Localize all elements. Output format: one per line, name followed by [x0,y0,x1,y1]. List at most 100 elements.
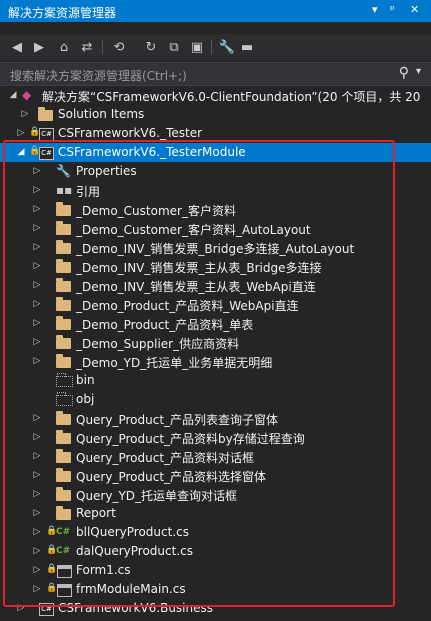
history-icon[interactable]: ⟲ [110,38,128,56]
collapse-arrow-icon[interactable]: ▷ [32,583,42,595]
collapse-arrow-icon[interactable]: ▷ [32,203,42,215]
dropdown-icon[interactable]: ▾ [372,3,378,16]
properties-wrench-icon[interactable]: 🔧 [218,38,236,56]
minus-icon[interactable]: ▬ [238,38,256,56]
tree-item-label: _Demo_INV_销售发票_主从表_WebApi直连 [76,280,316,294]
collapse-arrow-icon[interactable]: ▷ [16,602,26,614]
tree-item-label: Query_YD_托运单查询对话框 [76,489,238,503]
tree-row[interactable]: ▷ C# CSFrameworkV6.Business [0,599,431,618]
collapse-arrow-icon[interactable]: ▷ [32,545,42,557]
collapse-arrow-icon[interactable]: ▷ [32,222,42,234]
switch-view-icon[interactable]: ⇄ [78,38,96,56]
folder-icon [56,259,71,273]
tree-row-selected[interactable]: ◢ 🔒 C# CSFrameworkV6._TesterModule [0,143,431,162]
tree-row[interactable]: ▷ Report [0,504,431,523]
refresh-icon[interactable]: ↻ [142,38,160,56]
tree-row[interactable]: ▷ Query_YD_托运单查询对话框 [0,485,431,504]
tree-row[interactable]: ▷ _Demo_INV_销售发票_Bridge多连接_AutoLayout [0,238,431,257]
tree-row[interactable]: ▷ _Demo_YD_托运单_业务单据无明细 [0,352,431,371]
collapse-arrow-icon[interactable]: ▷ [32,317,42,329]
tree-row[interactable]: ▷ _Demo_Product_产品资料_WebApi直连 [0,295,431,314]
collapse-arrow-icon[interactable]: ▷ [32,184,42,196]
search-icon[interactable]: ⚲ [399,65,409,81]
tree-item-label: bin [76,373,95,387]
collapse-arrow-icon[interactable]: ▷ [32,298,42,310]
tree-item-label: Form1.cs [76,563,131,577]
tree-row[interactable]: ▷ _Demo_Customer_客户资料_AutoLayout [0,219,431,238]
tree-item-label: 引用 [76,185,101,199]
back-icon[interactable]: ◀ [8,38,26,56]
references-icon: ▪▪ [56,183,73,197]
tree-row[interactable]: ▷ _Demo_Product_产品资料_单表 [0,314,431,333]
csharp-project-icon: C# [39,128,54,141]
tree-item-label: _Demo_INV_销售发票_Bridge多连接_AutoLayout [76,242,355,256]
tree-item-label: _Demo_Supplier_供应商资料 [76,337,240,351]
collapse-arrow-icon[interactable]: ▷ [32,469,42,481]
tree-row[interactable]: ▷ Query_Product_产品资料by存储过程查询 [0,428,431,447]
tree-item-label: Query_Product_产品资料by存储过程查询 [76,432,305,446]
tree-row[interactable]: ▷ ▪▪ 引用 [0,181,431,200]
collapse-arrow-icon[interactable]: ▷ [32,526,42,538]
close-icon[interactable]: ✕ [410,3,419,16]
tree-item-label: _Demo_Product_产品资料_单表 [76,318,254,332]
tree-row[interactable]: ▷ 🔒 frmModuleMain.cs [0,580,431,599]
collapse-arrow-icon[interactable]: ▷ [32,241,42,253]
collapse-arrow-icon[interactable]: ▷ [32,279,42,291]
home-icon[interactable]: ⌂ [55,38,73,56]
pin-icon[interactable]: ᵖ [390,3,395,16]
tree-item-label: Report [76,506,116,520]
lock-icon: 🔒 [46,564,58,574]
tree-row[interactable]: obj [0,390,431,409]
folder-icon [56,468,71,482]
collapse-all-icon[interactable]: ⧉ [165,38,183,56]
search-input[interactable]: 搜索解决方案资源管理器(Ctrl+;) [10,67,187,84]
tree-row[interactable]: ▷ _Demo_INV_销售发票_主从表_WebApi直连 [0,276,431,295]
collapse-arrow-icon[interactable]: ▷ [32,507,42,519]
tree-row[interactable]: ▷ 🔒 Form1.cs [0,561,431,580]
folder-icon [56,354,71,368]
lock-icon: 🔒 [46,545,58,555]
collapse-arrow-icon[interactable]: ▷ [32,336,42,348]
tree-item-label: Query_Product_产品资料选择窗体 [76,470,267,484]
tree-row[interactable]: ▷ 🔒 C# bllQueryProduct.cs [0,523,431,542]
tree-row-solution[interactable]: ◢ ◆ 解决方案“CSFrameworkV6.0-ClientFoundatio… [0,86,431,105]
collapse-arrow-icon[interactable]: ▷ [32,355,42,367]
lock-icon: 🔒 [29,146,41,156]
tree-row[interactable]: ▷ Solution Items [0,105,431,124]
folder-icon [56,487,71,501]
folder-icon [56,449,71,463]
collapse-arrow-icon[interactable]: ▷ [32,260,42,272]
tree-row[interactable]: ▷ _Demo_INV_销售发票_主从表_Bridge多连接 [0,257,431,276]
forward-icon[interactable]: ▶ [30,38,48,56]
collapse-arrow-icon[interactable]: ▷ [32,450,42,462]
collapse-arrow-icon[interactable]: ▷ [16,127,26,139]
search-box[interactable]: 搜索解决方案资源管理器(Ctrl+;) ⚲ ▾ [0,62,431,86]
tree-item-label: frmModuleMain.cs [76,582,186,596]
tree-item-label: Solution Items [58,107,145,121]
search-options-chevron-icon[interactable]: ▾ [416,66,421,77]
folder-icon [56,373,73,387]
collapse-arrow-icon[interactable]: ▷ [20,108,30,120]
tree-row[interactable]: ▷ Query_Product_产品列表查询子窗体 [0,409,431,428]
folder-icon [56,411,71,425]
expand-arrow-icon[interactable]: ◢ [8,89,18,101]
tree-item-label: CSFrameworkV6._Tester [58,126,203,140]
collapse-arrow-icon[interactable]: ▷ [32,431,42,443]
collapse-arrow-icon[interactable]: ▷ [32,564,42,576]
tree-row[interactable]: bin [0,371,431,390]
show-all-files-icon[interactable]: ▣ [188,38,206,56]
expand-arrow-icon[interactable]: ◢ [16,146,26,158]
tree-item-label: CSFrameworkV6._TesterModule [58,145,246,159]
tree-row[interactable]: ▷ 🔧 Properties [0,162,431,181]
tree-row[interactable]: ▷ _Demo_Supplier_供应商资料 [0,333,431,352]
collapse-arrow-icon[interactable]: ▷ [32,412,42,424]
solution-icon: ◆ [22,88,32,102]
collapse-arrow-icon[interactable]: ▷ [32,165,42,177]
tree-row[interactable]: ▷ 🔒 C# CSFrameworkV6._Tester [0,124,431,143]
tree-row[interactable]: ▷ 🔒 C# dalQueryProduct.cs [0,542,431,561]
collapse-arrow-icon[interactable]: ▷ [32,488,42,500]
csharp-project-icon: C# [39,603,54,616]
tree-row[interactable]: ▷ _Demo_Customer_客户资料 [0,200,431,219]
tree-row[interactable]: ▷ Query_Product_产品资料对话框 [0,447,431,466]
tree-row[interactable]: ▷ Query_Product_产品资料选择窗体 [0,466,431,485]
